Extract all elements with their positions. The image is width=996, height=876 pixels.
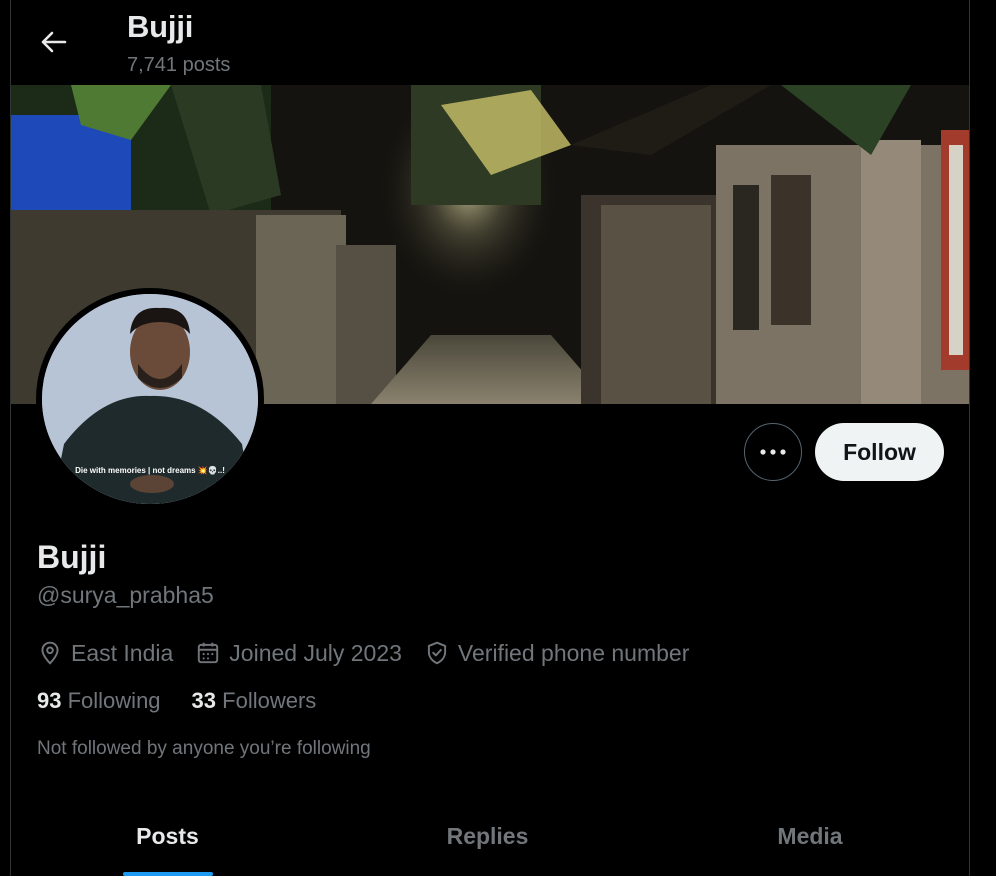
followers-label: Followers <box>222 688 317 713</box>
following-link[interactable]: 93 Following <box>37 688 161 714</box>
profile-meta: East India Joined July 2023 Verified pho… <box>37 636 711 670</box>
tab-media[interactable]: Media <box>651 790 969 876</box>
more-horizontal-icon <box>760 449 786 455</box>
shield-check-icon <box>427 641 447 665</box>
tab-posts[interactable]: Posts <box>11 790 324 876</box>
followed-by-note: Not followed by anyone you’re following <box>37 738 371 759</box>
follow-stats: 93 Following 33 Followers <box>37 688 347 714</box>
followers-count: 33 <box>191 688 217 713</box>
profile-tabs: Posts Replies Media <box>11 790 969 876</box>
profile-column: Bujji 7,741 posts Die with memories | no… <box>10 0 970 876</box>
tab-replies-label: Replies <box>446 823 529 849</box>
top-bar: Bujji 7,741 posts <box>11 0 969 85</box>
tab-replies[interactable]: Replies <box>324 790 651 876</box>
following-label: Following <box>67 688 161 713</box>
arrow-left-icon <box>41 31 67 53</box>
tab-media-label: Media <box>777 823 843 849</box>
header-title: Bujji <box>127 9 194 44</box>
location-item: East India <box>37 640 173 667</box>
avatar-caption: Die with memories | not dreams 💥💀..! <box>75 466 225 475</box>
following-count: 93 <box>37 688 62 713</box>
verified-text: Verified phone number <box>457 639 690 666</box>
location-text: East India <box>71 639 174 666</box>
joined-text: Joined July 2023 <box>229 639 402 666</box>
profile-avatar[interactable]: Die with memories | not dreams 💥💀..! <box>36 288 264 510</box>
followers-link[interactable]: 33 Followers <box>192 688 317 714</box>
verified-item[interactable]: Verified phone number <box>424 640 689 667</box>
follow-button[interactable]: Follow <box>815 423 944 481</box>
more-options-button[interactable] <box>744 423 802 481</box>
profile-handle: @surya_prabha5 <box>37 582 214 608</box>
tab-posts-label: Posts <box>136 823 199 849</box>
profile-name: Bujji <box>37 539 107 575</box>
joined-item: Joined July 2023 <box>195 640 402 667</box>
posts-count: 7,741 posts <box>127 54 231 76</box>
location-pin-icon <box>41 641 59 665</box>
active-tab-indicator <box>123 872 213 876</box>
back-button[interactable] <box>37 25 71 59</box>
calendar-icon <box>198 642 219 664</box>
